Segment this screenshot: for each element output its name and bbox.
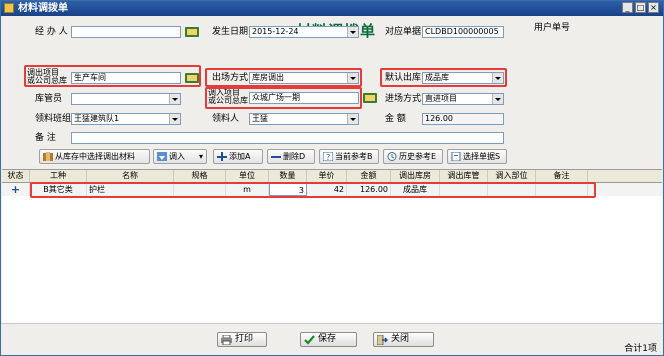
handler-label: 经 办 人 <box>35 27 68 37</box>
col-amount[interactable]: 金额 <box>347 170 391 182</box>
add-label: 添加A <box>229 152 251 161</box>
print-label: 打印 <box>235 334 254 344</box>
highlight-source-project <box>24 65 201 87</box>
amount-label: 金 额 <box>385 114 406 124</box>
col-in-position[interactable]: 调入部位 <box>488 170 536 182</box>
keeper-label: 库管员 <box>35 94 63 104</box>
handler-input[interactable] <box>71 26 181 38</box>
history-ref-button[interactable]: 历史参考E <box>383 149 443 164</box>
print-button[interactable]: 打印 <box>217 332 267 347</box>
highlight-target-project <box>205 87 362 109</box>
checkmark-icon <box>304 335 315 345</box>
ref-doc-input[interactable]: CLDBD100000005 <box>422 26 504 38</box>
target-project-picker-icon[interactable] <box>363 93 377 103</box>
total-count: 合计1项 <box>624 344 657 354</box>
close-button[interactable]: 关闭 <box>373 332 434 347</box>
col-qty[interactable]: 数量 <box>269 170 307 182</box>
highlight-out-mode <box>205 68 362 87</box>
import-label: 调入 <box>169 152 185 161</box>
delete-button[interactable]: 删除D <box>267 149 315 164</box>
document-icon <box>451 151 461 162</box>
col-remark[interactable]: 备注 <box>536 170 588 182</box>
history-icon <box>387 152 397 161</box>
col-unit[interactable]: 单位 <box>226 170 269 182</box>
receiver-select[interactable]: 王猛 <box>249 113 359 125</box>
team-value: 王猛建筑队1 <box>74 114 120 123</box>
choose-doc-label: 选择单据S <box>463 152 501 161</box>
printer-icon <box>221 334 232 346</box>
close-label: 关闭 <box>391 334 410 344</box>
select-from-stock-label: 从库存中选择调出材料 <box>55 152 135 161</box>
maximize-button[interactable]: □ <box>635 2 646 13</box>
delete-label: 删除D <box>283 152 306 161</box>
note-label: 备 注 <box>35 133 56 143</box>
help-doc-icon: ? <box>322 151 334 162</box>
receiver-label: 领料人 <box>212 114 240 124</box>
chevron-down-icon <box>492 94 503 104</box>
exit-icon <box>376 334 389 346</box>
highlight-default-out-store <box>380 68 507 87</box>
handler-picker-icon[interactable] <box>185 27 199 37</box>
chevron-down-icon <box>347 114 358 124</box>
title-bar: 材料调拨单 _ □ × <box>1 1 663 16</box>
col-out-keeper[interactable]: 调出库管 <box>440 170 488 182</box>
in-mode-select[interactable]: 直进项目 <box>422 93 504 105</box>
current-ref-button[interactable]: ? 当前参考B <box>319 149 379 164</box>
team-select[interactable]: 王猛建筑队1 <box>71 113 181 125</box>
plus-icon <box>217 152 227 161</box>
window-title: 材料调拨单 <box>18 3 68 14</box>
grid-toolbar: 从库存中选择调出材料 调入 ▾ 添加A 删除D ? 当前参考B 历史参考E 选择… <box>1 146 663 167</box>
note-input[interactable] <box>71 132 504 144</box>
footer-bar: 打印 保存 关闭 合计1项 <box>1 323 663 355</box>
ref-doc-label: 对应单据 <box>385 27 422 37</box>
items-grid[interactable]: 状态 工种 名称 规格 单位 数量 单价 金额 调出库房 调出库管 调入部位 备… <box>2 169 662 324</box>
col-out-store[interactable]: 调出库房 <box>391 170 440 182</box>
add-button[interactable]: 添加A <box>213 149 263 164</box>
minimize-button[interactable]: _ <box>622 2 633 13</box>
highlight-row <box>30 182 596 198</box>
window: 材料调拨单 _ □ × 材料调拨单 用户单号 经 办 人 发生日期 2015-1… <box>0 0 664 356</box>
import-icon <box>157 152 167 161</box>
chevron-down-icon <box>347 27 358 37</box>
col-price[interactable]: 单价 <box>307 170 347 182</box>
date-label: 发生日期 <box>212 27 249 37</box>
chevron-down-icon: ▾ <box>198 152 203 161</box>
import-button[interactable]: 调入 ▾ <box>153 149 207 164</box>
col-status[interactable]: 状态 <box>2 170 30 182</box>
save-label: 保存 <box>318 334 337 344</box>
amount-field: 126.00 <box>422 113 504 125</box>
row-status-icon[interactable]: + <box>2 183 30 196</box>
chevron-down-icon <box>169 114 180 124</box>
current-ref-label: 当前参考B <box>335 152 373 161</box>
col-name[interactable]: 名称 <box>87 170 174 182</box>
package-icon <box>43 152 53 161</box>
col-trade[interactable]: 工种 <box>30 170 87 182</box>
date-value: 2015-12-24 <box>252 27 299 36</box>
col-spec[interactable]: 规格 <box>174 170 226 182</box>
date-picker[interactable]: 2015-12-24 <box>249 26 359 38</box>
close-window-button[interactable]: × <box>648 2 659 13</box>
chevron-down-icon <box>169 94 180 104</box>
team-label: 领料班组 <box>35 114 72 124</box>
history-ref-label: 历史参考E <box>399 152 437 161</box>
minus-icon <box>271 152 281 161</box>
in-mode-value: 直进项目 <box>425 94 457 103</box>
select-from-stock-button[interactable]: 从库存中选择调出材料 <box>39 149 150 164</box>
app-icon <box>4 3 14 13</box>
choose-doc-button[interactable]: 选择单据S <box>447 149 507 164</box>
keeper-select[interactable] <box>71 93 181 105</box>
doc-number-label: 用户单号 <box>534 23 571 33</box>
svg-text:?: ? <box>326 153 330 161</box>
save-button[interactable]: 保存 <box>300 332 357 347</box>
receiver-value: 王猛 <box>252 114 268 123</box>
in-mode-label: 进场方式 <box>385 94 422 104</box>
